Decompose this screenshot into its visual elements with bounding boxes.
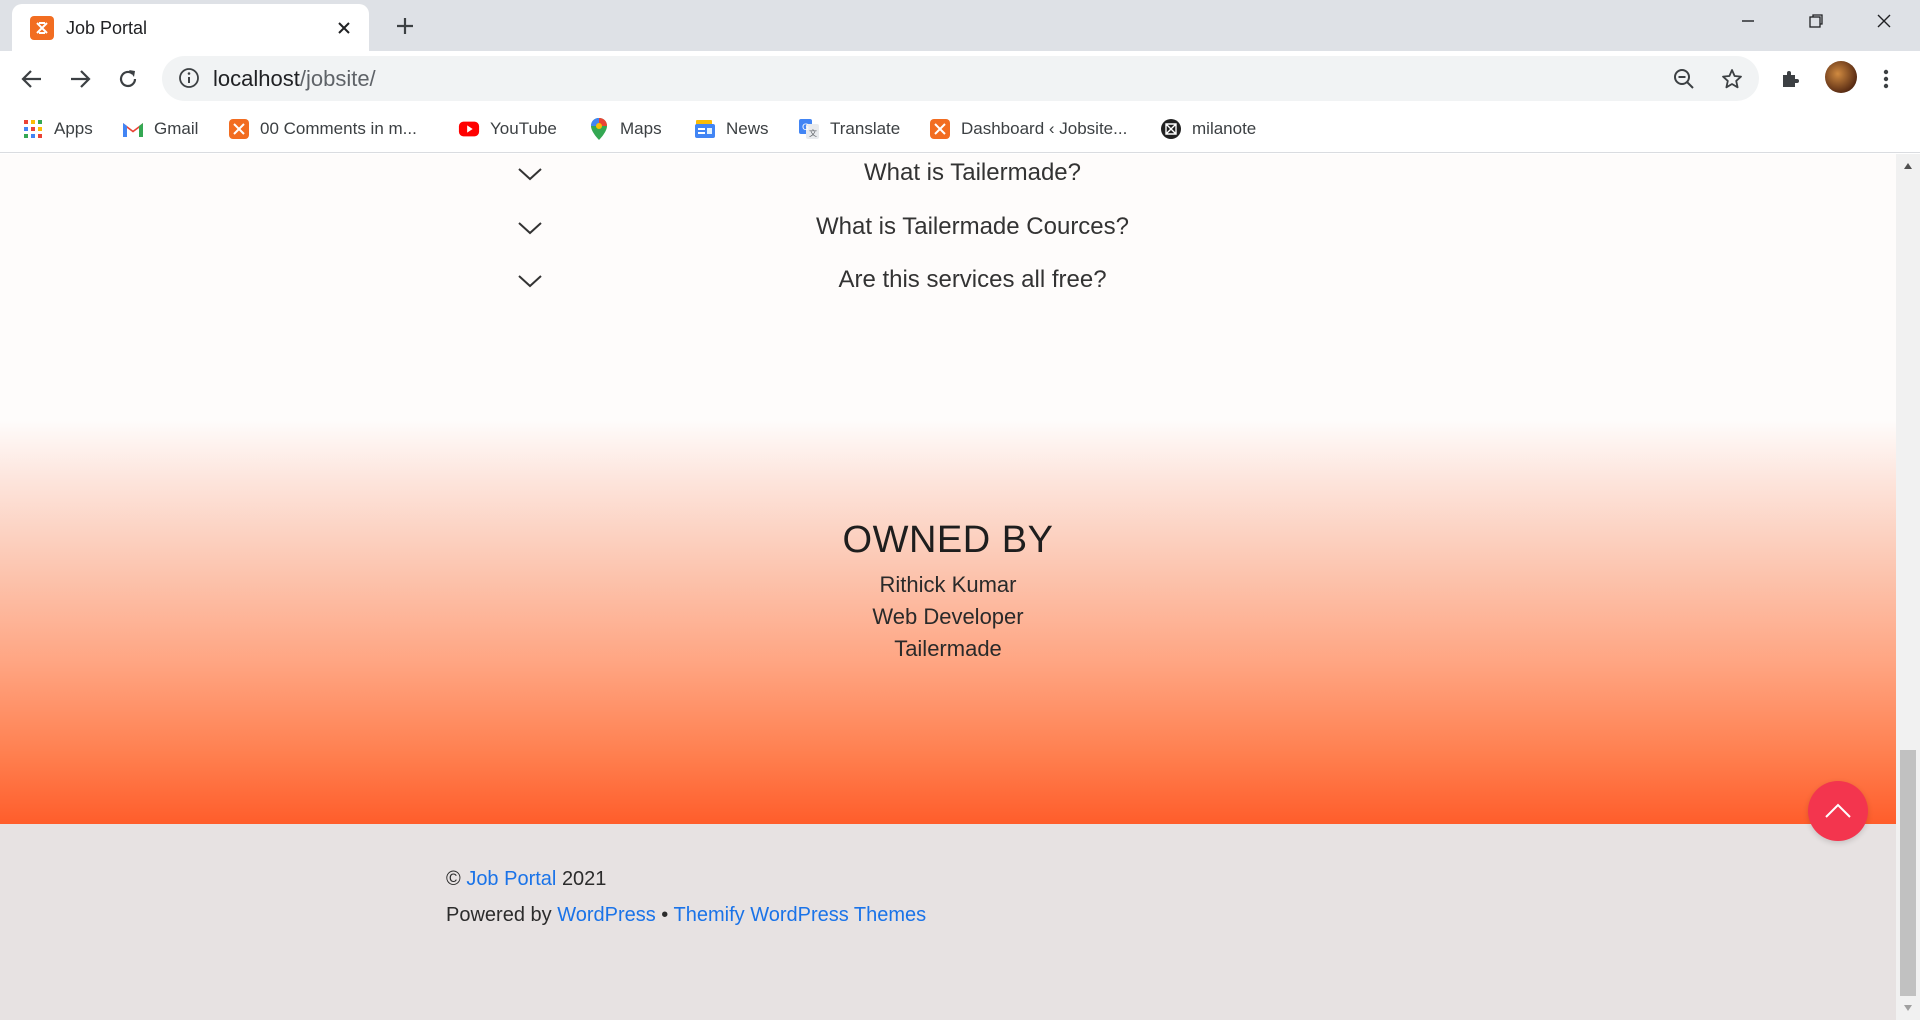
bookmark-news[interactable]: News (694, 113, 769, 145)
faq-item[interactable]: Are this services all free? (510, 261, 1390, 301)
faq-question[interactable]: Are this services all free? (510, 266, 1390, 294)
vertical-scrollbar[interactable] (1896, 154, 1920, 1020)
owner-company: Tailermade (894, 636, 1002, 661)
bookmark-apps[interactable]: Apps (22, 113, 93, 145)
bookmark-label: YouTube (490, 119, 557, 138)
youtube-icon (458, 118, 480, 140)
xampp-icon (228, 118, 250, 140)
bookmark-dashboard[interactable]: Dashboard ‹ Jobsite... (929, 113, 1127, 145)
svg-text:G: G (802, 123, 809, 133)
powered-by-line: Powered by WordPress • Themify WordPress… (446, 904, 926, 927)
menu-kebab-icon[interactable] (1870, 63, 1902, 95)
browser-toolbar: localhost/jobsite/ (0, 51, 1920, 105)
translate-icon: G文 (798, 118, 820, 140)
bookmark-label: News (726, 119, 769, 138)
faq-item[interactable]: What is Tailermade Cources? (510, 208, 1390, 248)
tab-strip: Job Portal (0, 0, 1920, 51)
faq-question[interactable]: What is Tailermade Cources? (510, 213, 1390, 241)
bookmark-translate[interactable]: G文 Translate (798, 113, 900, 145)
xampp-icon (30, 16, 54, 40)
tab-title: Job Portal (66, 18, 148, 38)
owner-name: Rithick Kumar (879, 572, 1017, 597)
profile-avatar[interactable] (1825, 61, 1857, 93)
xampp-icon (929, 118, 951, 140)
faq-section: What is Tailermade? What is Tailermade C… (0, 154, 1896, 420)
info-icon[interactable] (178, 67, 200, 89)
back-to-top-button[interactable] (1808, 781, 1868, 841)
bookmark-label: Gmail (154, 119, 199, 138)
bookmark-label: Apps (54, 119, 93, 138)
news-icon (694, 118, 716, 140)
bookmarks-bar: Apps Gmail 00 Comments in m... YouTube M… (0, 105, 1920, 153)
window-close-button[interactable] (1850, 0, 1918, 42)
bookmark-comments[interactable]: 00 Comments in m... (228, 113, 417, 145)
bookmark-label: Dashboard ‹ Jobsite... (961, 119, 1128, 138)
faq-question[interactable]: What is Tailermade? (510, 159, 1390, 187)
scroll-up-arrow-icon[interactable] (1896, 154, 1920, 178)
minimize-button[interactable] (1714, 0, 1782, 42)
browser-tab[interactable]: Job Portal (12, 4, 369, 51)
site-home-link[interactable]: Job Portal (466, 868, 556, 890)
bookmark-label: 00 Comments in m... (260, 119, 417, 138)
restore-button[interactable] (1782, 0, 1850, 42)
scroll-down-arrow-icon[interactable] (1896, 996, 1920, 1020)
bookmark-youtube[interactable]: YouTube (458, 113, 557, 145)
apps-grid-icon (22, 118, 44, 140)
maps-icon (588, 118, 610, 140)
scrollbar-thumb[interactable] (1900, 750, 1916, 996)
owned-by-title: OWNED BY (842, 519, 1054, 561)
bookmark-star-icon[interactable] (1719, 66, 1745, 92)
copyright-symbol: © (446, 868, 461, 890)
powered-by-label: Powered by (446, 904, 552, 926)
milanote-icon (1160, 118, 1182, 140)
new-tab-button[interactable] (390, 11, 420, 41)
copyright-year: 2021 (561, 868, 607, 890)
wordpress-link[interactable]: WordPress (557, 904, 656, 926)
chevron-up-icon (1825, 803, 1851, 818)
reload-button[interactable] (112, 63, 144, 95)
copyright-line: © Job Portal 2021 (446, 868, 606, 891)
address-bar[interactable]: localhost/jobsite/ (162, 56, 1759, 101)
url-text[interactable]: localhost/jobsite/ (213, 66, 376, 92)
faq-item[interactable]: What is Tailermade? (510, 154, 1390, 194)
back-button[interactable] (16, 63, 48, 95)
extensions-puzzle-icon[interactable] (1774, 63, 1806, 95)
bookmark-label: milanote (1192, 119, 1257, 138)
themify-link[interactable]: Themify WordPress Themes (674, 904, 927, 926)
bookmark-maps[interactable]: Maps (588, 113, 662, 145)
tab-close-icon[interactable] (331, 15, 357, 41)
bookmark-gmail[interactable]: Gmail (122, 113, 198, 145)
forward-button[interactable] (64, 63, 96, 95)
site-footer: © Job Portal 2021 Powered by WordPress •… (0, 824, 1896, 1020)
bookmark-milanote[interactable]: milanote (1160, 113, 1256, 145)
owned-by-section: OWNED BY Rithick Kumar Web Developer Tai… (0, 420, 1896, 824)
page-viewport: What is Tailermade? What is Tailermade C… (0, 154, 1896, 1020)
bookmark-label: Maps (620, 119, 662, 138)
bookmark-label: Translate (830, 119, 901, 138)
owner-role: Web Developer (872, 604, 1024, 629)
separator-dot: • (661, 904, 669, 926)
svg-text:文: 文 (809, 128, 817, 138)
gmail-icon (122, 118, 144, 140)
zoom-icon[interactable] (1671, 66, 1697, 92)
